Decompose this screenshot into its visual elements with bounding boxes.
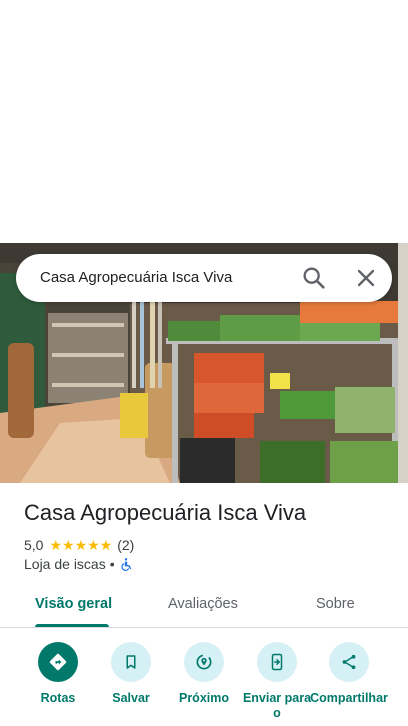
tab-reviews[interactable]: Avaliações <box>168 596 238 612</box>
place-tabs: Visão geral Avaliações Sobre <box>0 584 408 628</box>
search-input[interactable]: Casa Agropecuária Isca Viva <box>40 269 232 286</box>
save-label: Salvar <box>112 691 150 705</box>
rating-stars: ★★★★★ <box>49 536 113 553</box>
share-button[interactable]: Compartilhar <box>310 640 388 706</box>
directions-button[interactable]: Rotas <box>19 640 97 706</box>
place-title: Casa Agropecuária Isca Viva <box>24 500 307 525</box>
rating-value: 5,0 <box>24 537 44 553</box>
share-label: Compartilhar <box>310 691 388 705</box>
bookmark-icon <box>111 642 151 682</box>
wheelchair-accessible-icon <box>119 557 133 571</box>
category-row: Loja de iscas • <box>24 556 133 572</box>
review-count[interactable]: (2) <box>117 537 134 553</box>
directions-icon <box>38 642 78 682</box>
action-bar: Rotas Salvar Próximo Enviar para o Compa… <box>0 640 408 726</box>
active-tab-indicator <box>35 624 109 627</box>
search-icon[interactable] <box>300 264 328 292</box>
close-icon[interactable] <box>352 264 380 292</box>
tab-overview[interactable]: Visão geral <box>35 596 112 612</box>
send-to-phone-button[interactable]: Enviar para o <box>238 640 316 721</box>
share-icon <box>329 642 369 682</box>
send-to-phone-icon <box>257 642 297 682</box>
save-button[interactable]: Salvar <box>92 640 170 706</box>
send-to-phone-label: Enviar para o <box>242 691 312 720</box>
rating-row[interactable]: 5,0 ★★★★★ (2) <box>24 536 134 554</box>
place-sheet: Casa Agropecuária Isca Viva Casa Agropec… <box>0 0 408 726</box>
tab-about[interactable]: Sobre <box>316 596 355 612</box>
nearby-label: Próximo <box>178 691 229 705</box>
nearby-icon <box>184 642 224 682</box>
search-bar[interactable]: Casa Agropecuária Isca Viva <box>16 254 392 302</box>
directions-label: Rotas <box>40 691 76 705</box>
place-category: Loja de iscas <box>24 556 106 572</box>
nearby-button[interactable]: Próximo <box>165 640 243 706</box>
separator-dot: • <box>109 556 115 572</box>
